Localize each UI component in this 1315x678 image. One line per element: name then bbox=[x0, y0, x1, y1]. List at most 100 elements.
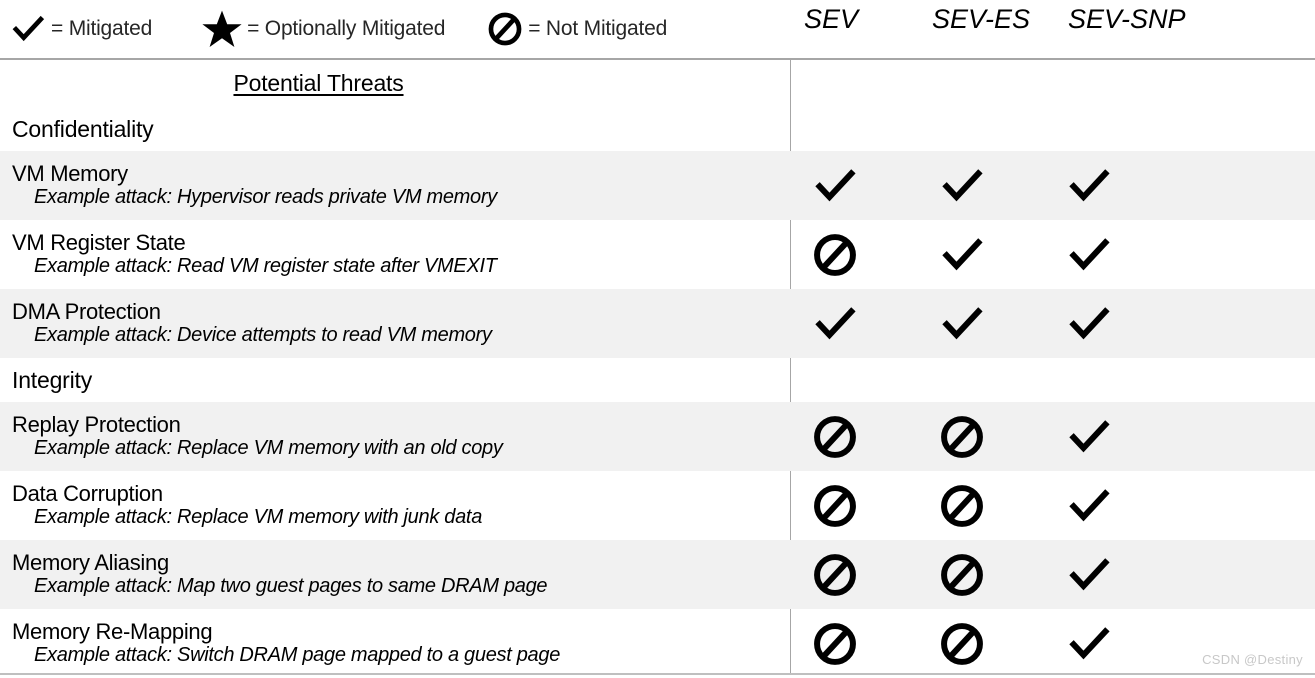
threat-cell: DMA Protection Example attack: Device att… bbox=[0, 289, 790, 358]
status-cell-sev bbox=[790, 402, 917, 471]
legend-item-check: = Mitigated bbox=[10, 11, 152, 47]
threat-cell: Replay Protection Example attack: Replace… bbox=[0, 402, 790, 471]
legend-label: = Optionally Mitigated bbox=[247, 17, 446, 40]
threat-name: VM Memory bbox=[12, 160, 128, 186]
status-cell-sev bbox=[790, 540, 917, 609]
threat-name: DMA Protection bbox=[12, 298, 161, 324]
check-icon bbox=[1066, 483, 1112, 529]
no-entry-icon bbox=[939, 483, 985, 529]
no-entry-icon bbox=[812, 483, 858, 529]
status-cells bbox=[790, 151, 1315, 220]
status-cells bbox=[790, 402, 1315, 471]
check-icon bbox=[812, 301, 858, 347]
status-cell-sev bbox=[790, 151, 917, 220]
threat-name: Data Corruption bbox=[12, 480, 163, 506]
status-cell-spacer bbox=[1171, 289, 1315, 358]
status-cell-spacer bbox=[1171, 540, 1315, 609]
check-icon bbox=[1066, 163, 1112, 209]
no-entry-icon bbox=[939, 414, 985, 460]
status-cell-sev-snp bbox=[1044, 471, 1171, 540]
status-cell-sev bbox=[790, 60, 917, 107]
threat-example: Example attack: Device attempts to read … bbox=[34, 324, 492, 347]
status-cell-sev-snp bbox=[1044, 402, 1171, 471]
threat-example: Example attack: Map two guest pages to s… bbox=[34, 575, 548, 598]
status-cell-spacer bbox=[1171, 107, 1315, 151]
table-row: VM Register State Example attack: Read VM… bbox=[0, 220, 1315, 289]
threats-header-row: Potential Threats bbox=[0, 60, 1315, 107]
status-cell-sev bbox=[790, 107, 917, 151]
threat-cell: Integrity bbox=[0, 358, 790, 402]
table-body: Potential Threats Confidentiality VM Memor… bbox=[0, 60, 1315, 678]
status-cell-sev-es bbox=[917, 609, 1044, 678]
legend-item-blocked: = Not Mitigated bbox=[487, 11, 667, 47]
status-cell-spacer bbox=[1171, 60, 1315, 107]
status-cell-sev bbox=[790, 358, 917, 402]
status-cell-sev-es bbox=[917, 107, 1044, 151]
status-cells bbox=[790, 107, 1315, 151]
table-row: Memory Aliasing Example attack: Map two g… bbox=[0, 540, 1315, 609]
threat-matrix-table: Potential Threats Confidentiality VM Memor… bbox=[0, 58, 1315, 675]
threat-cell: Memory Aliasing Example attack: Map two g… bbox=[0, 540, 790, 609]
status-cell-sev-es bbox=[917, 220, 1044, 289]
no-entry-icon bbox=[812, 621, 858, 667]
threat-example: Example attack: Switch DRAM page mapped … bbox=[34, 644, 561, 667]
check-icon bbox=[939, 301, 985, 347]
table-row: DMA Protection Example attack: Device att… bbox=[0, 289, 1315, 358]
check-icon bbox=[1066, 232, 1112, 278]
status-cells bbox=[790, 471, 1315, 540]
section-heading: Confidentiality bbox=[12, 115, 154, 142]
threat-name: Replay Protection bbox=[12, 411, 181, 437]
table-row: Memory Re-Mapping Example attack: Switch … bbox=[0, 609, 1315, 678]
status-cell-sev bbox=[790, 471, 917, 540]
threat-cell: Potential Threats bbox=[0, 60, 790, 107]
status-cell-sev-snp bbox=[1044, 151, 1171, 220]
threat-cell: Data Corruption Example attack: Replace V… bbox=[0, 471, 790, 540]
section-heading: Integrity bbox=[12, 366, 93, 393]
no-entry-icon bbox=[939, 621, 985, 667]
threat-cell: VM Register State Example attack: Read VM… bbox=[0, 220, 790, 289]
status-cell-sev-snp bbox=[1044, 540, 1171, 609]
status-cell-spacer bbox=[1171, 471, 1315, 540]
check-icon bbox=[1066, 552, 1112, 598]
status-cells bbox=[790, 289, 1315, 358]
no-entry-icon bbox=[812, 414, 858, 460]
check-icon bbox=[1066, 301, 1112, 347]
column-header-sev: SEV bbox=[804, 4, 859, 34]
column-headers: SEV SEV-ES SEV-SNP bbox=[790, 0, 1315, 58]
check-icon bbox=[939, 232, 985, 278]
check-icon bbox=[812, 163, 858, 209]
legend-item-star: = Optionally Mitigated bbox=[202, 9, 445, 49]
column-header-sev-snp: SEV-SNP bbox=[1068, 4, 1186, 34]
legend-label: = Not Mitigated bbox=[528, 17, 668, 40]
threat-cell: Confidentiality bbox=[0, 107, 790, 151]
status-cell-sev-snp bbox=[1044, 358, 1171, 402]
status-cell-sev-snp bbox=[1044, 609, 1171, 678]
check-icon bbox=[1066, 621, 1112, 667]
check-icon bbox=[939, 163, 985, 209]
status-cells bbox=[790, 220, 1315, 289]
table-row: Replay Protection Example attack: Replace… bbox=[0, 402, 1315, 471]
status-cell-sev-es bbox=[917, 289, 1044, 358]
status-cells bbox=[790, 540, 1315, 609]
check-icon bbox=[10, 11, 46, 47]
status-cell-spacer bbox=[1171, 609, 1315, 678]
status-cell-sev-es bbox=[917, 151, 1044, 220]
no-entry-icon bbox=[487, 11, 523, 47]
section-row: Integrity bbox=[0, 358, 1315, 402]
no-entry-icon bbox=[939, 552, 985, 598]
status-cell-sev-snp bbox=[1044, 220, 1171, 289]
check-icon bbox=[1066, 414, 1112, 460]
status-cell-sev-es bbox=[917, 358, 1044, 402]
potential-threats-title: Potential Threats bbox=[233, 70, 404, 96]
status-cell-sev-es bbox=[917, 402, 1044, 471]
table-row: VM Memory Example attack: Hypervisor read… bbox=[0, 151, 1315, 220]
no-entry-icon bbox=[812, 232, 858, 278]
status-cells bbox=[790, 358, 1315, 402]
status-cells bbox=[790, 609, 1315, 678]
threat-example: Example attack: Read VM register state a… bbox=[34, 255, 497, 278]
watermark: CSDN @Destiny bbox=[1202, 652, 1303, 667]
legend: = Mitigated = Optionally Mitigated = Not M… bbox=[0, 0, 790, 58]
status-cell-spacer bbox=[1171, 402, 1315, 471]
legend-label: = Mitigated bbox=[51, 17, 153, 40]
threat-name: Memory Aliasing bbox=[12, 549, 169, 575]
